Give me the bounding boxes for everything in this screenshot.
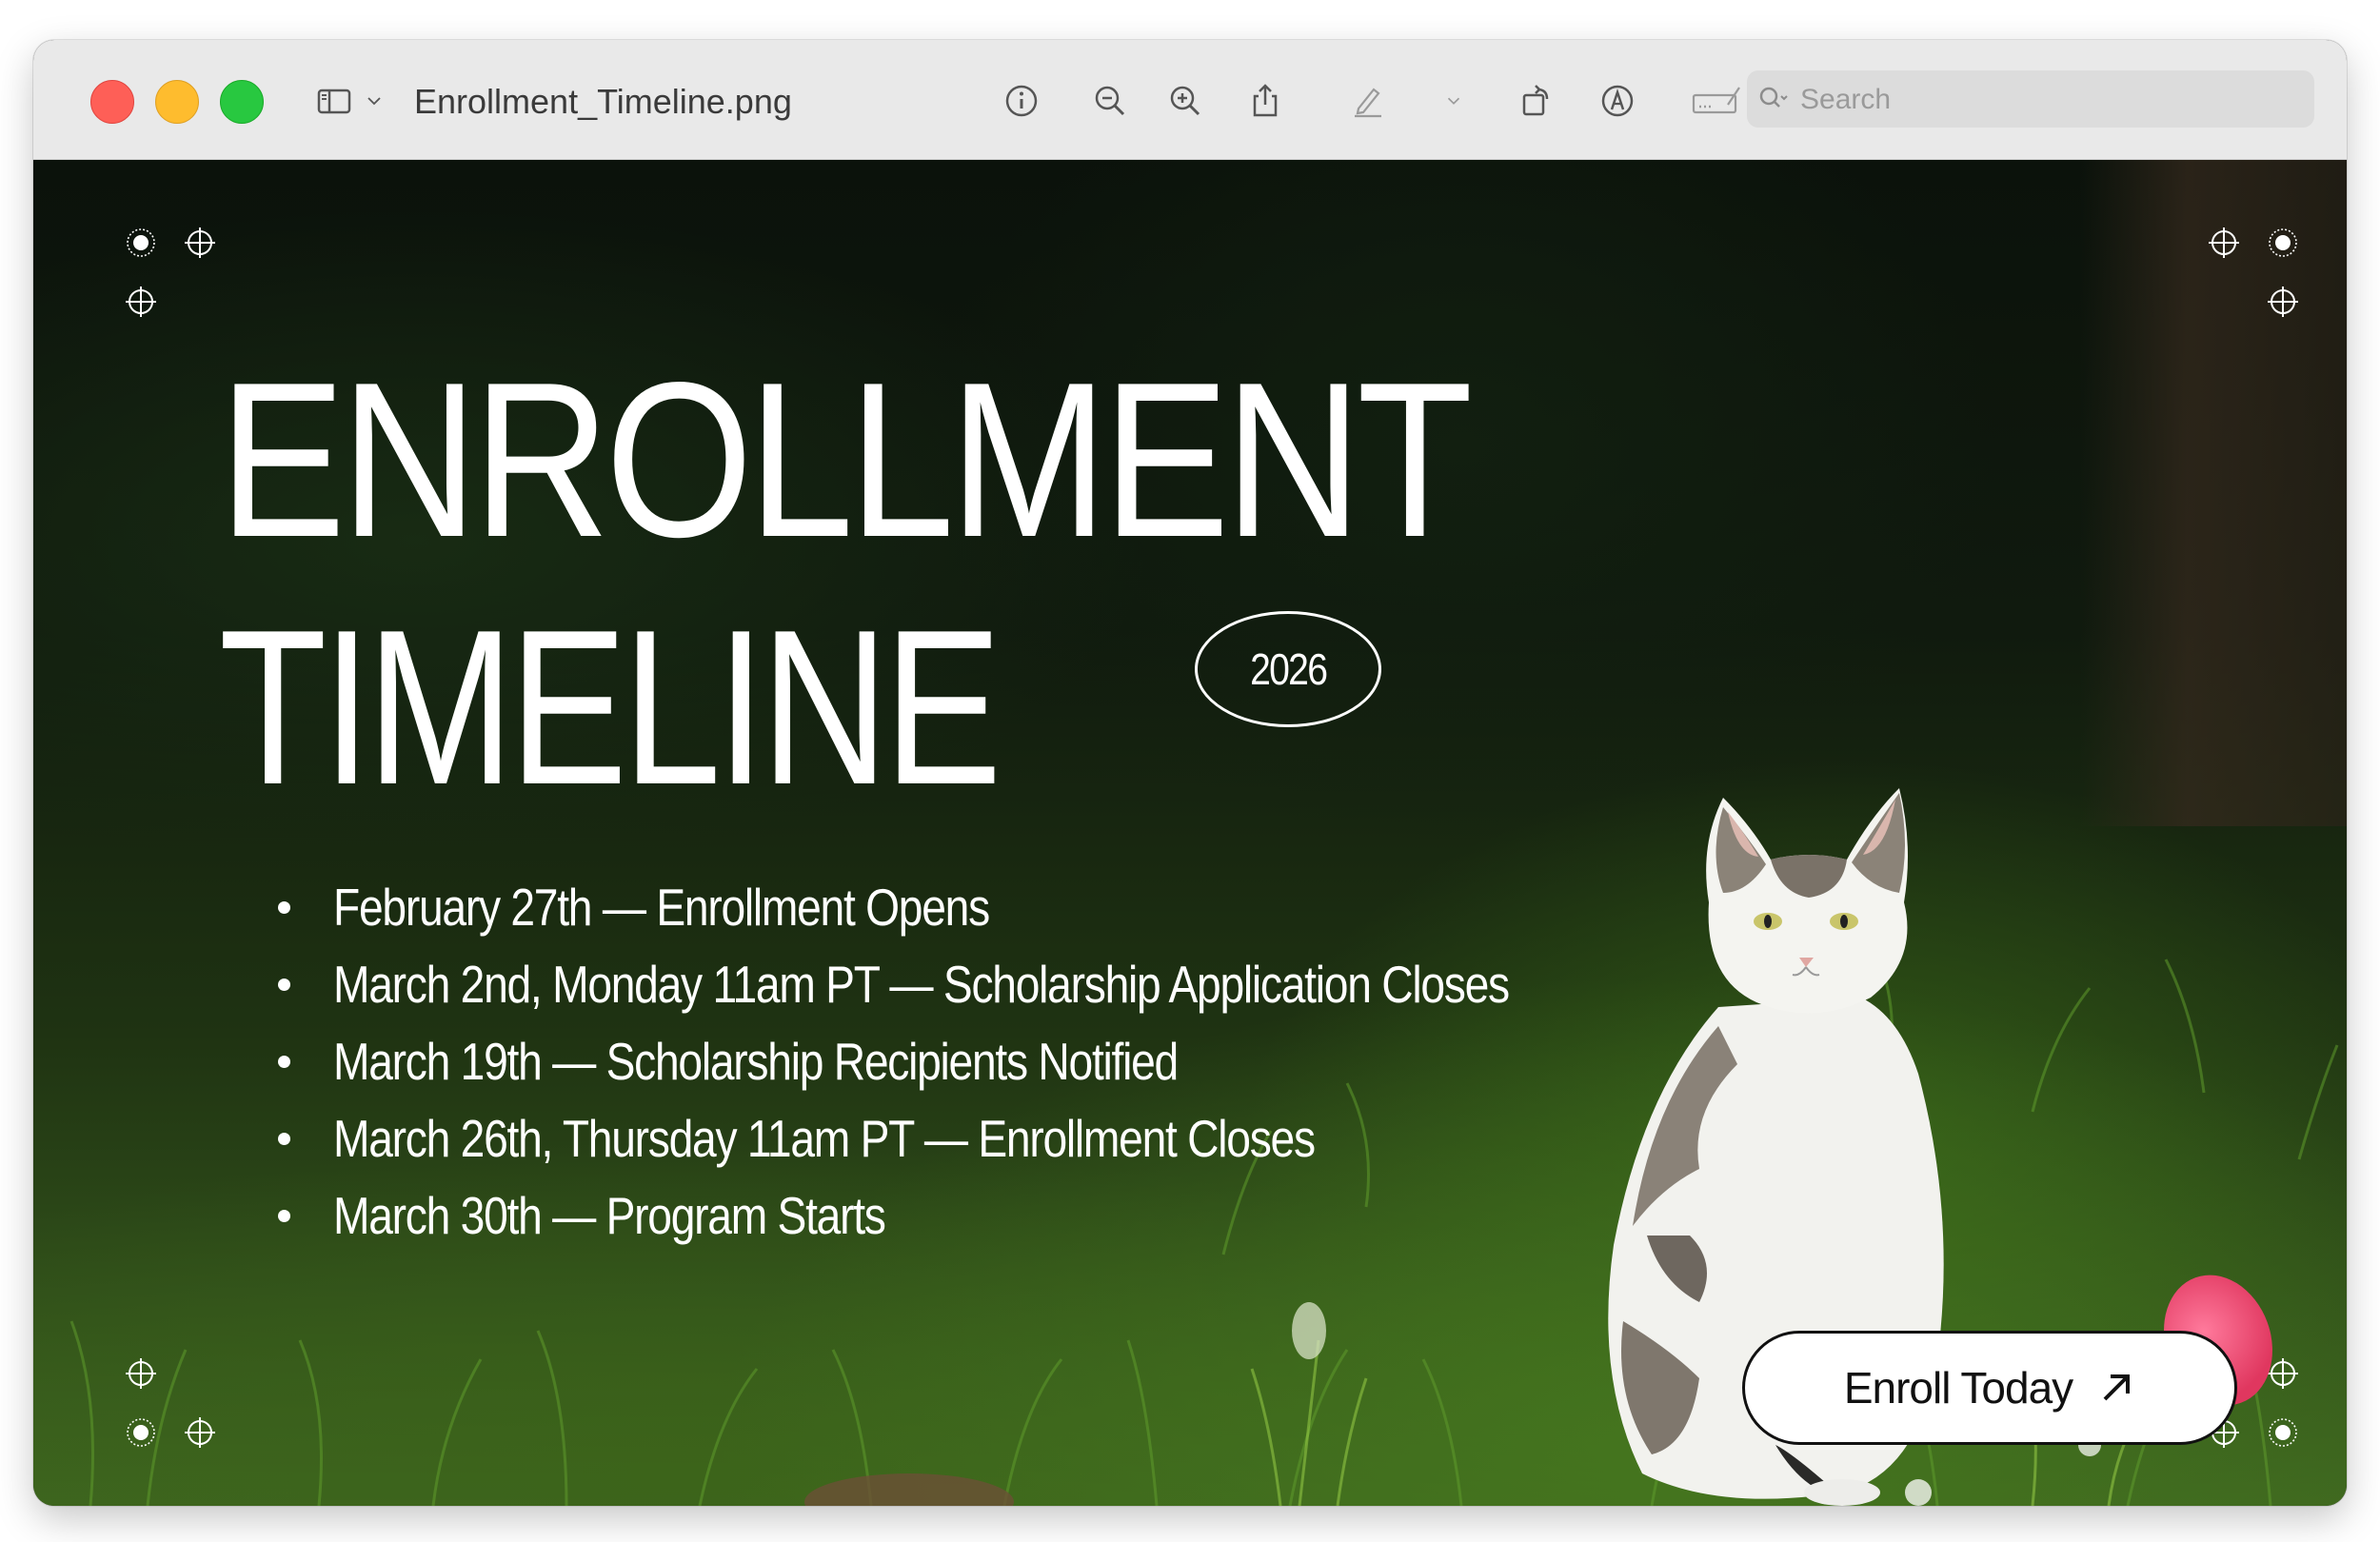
search-input[interactable] [1798,78,2297,122]
search-field[interactable] [1747,70,2314,128]
arrow-up-right-icon [2103,1374,2131,1401]
sidebar-menu-chevron[interactable] [357,76,391,126]
zoom-out-button[interactable] [1085,76,1135,126]
corner-sun-icon [125,227,157,259]
zoom-out-icon [1095,86,1125,116]
fullscreen-window-button[interactable] [220,80,264,124]
crosshair-icon [125,1357,157,1390]
window-toolbar: Enrollment_Timeline.png [33,40,2347,160]
info-icon [1005,85,1038,117]
sidebar-icon [317,89,351,114]
markup-circle-icon [1601,85,1634,117]
preview-window: Enrollment_Timeline.png Search ENROLLMEN… [33,40,2347,1506]
share-button[interactable] [1240,76,1290,126]
signature-icon [1692,87,1740,114]
zoom-in-button[interactable] [1160,76,1210,126]
zoom-in-icon [1170,86,1200,116]
year-badge: 2026 [1195,611,1381,727]
signature-button[interactable] [1686,76,1747,126]
info-button[interactable] [997,76,1046,126]
annotate-button[interactable] [1593,76,1642,126]
chevron-down-icon [1447,97,1460,105]
image-canvas: ENROLLMENT TIMELINE 2026 February 27th —… [33,160,2347,1506]
crosshair-icon [125,286,157,318]
markup-menu-chevron[interactable] [1438,76,1470,126]
enroll-today-label: Enroll Today [1843,1363,2073,1413]
crosshair-icon [184,227,216,259]
crosshair-icon [184,1416,216,1449]
enroll-today-button[interactable]: Enroll Today [1742,1331,2237,1445]
corner-sun-icon [2267,1416,2299,1449]
document-title: Enrollment_Timeline.png [414,82,792,121]
rotate-icon [1522,85,1549,116]
close-window-button[interactable] [90,80,134,124]
bullet-icon [278,1056,290,1068]
markup-button[interactable] [1343,76,1393,126]
year-text: 2026 [1249,644,1328,694]
minimize-window-button[interactable] [155,80,199,124]
share-icon [1253,84,1278,117]
crosshair-icon [2208,227,2240,259]
search-icon [1759,87,1788,108]
chevron-down-icon [367,97,381,106]
corner-sun-icon [125,1416,157,1449]
rotate-button[interactable] [1511,76,1560,126]
crosshair-icon [2267,286,2299,318]
bullet-icon [278,979,290,991]
bullet-icon [278,901,290,914]
headline-enrollment: ENROLLMENT [219,337,1473,583]
headline-timeline: TIMELINE [219,584,1002,831]
markup-pen-icon [1355,88,1381,118]
corner-sun-icon [2267,227,2299,259]
bullet-icon [278,1133,290,1145]
sidebar-toggle-button[interactable] [309,76,359,126]
bullet-icon [278,1210,290,1222]
